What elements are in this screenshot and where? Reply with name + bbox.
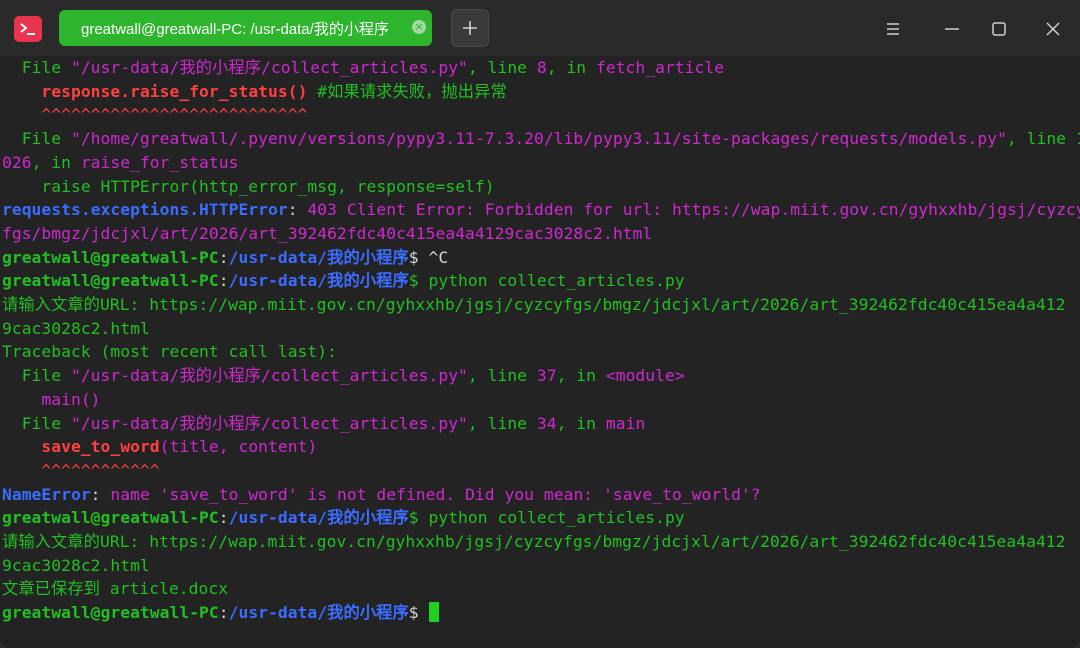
output-line: ^^^^^^^^^^^^ bbox=[2, 460, 160, 480]
output-line: raise HTTPError(http_error_msg, response… bbox=[2, 176, 495, 196]
output-line: main() bbox=[2, 389, 101, 409]
output-line: requests.exceptions.HTTPError: 403 Clien… bbox=[2, 200, 1080, 220]
output-line: fgs/bmgz/jdcjxl/art/2026/art_392462fdc40… bbox=[2, 223, 653, 243]
menu-icon[interactable] bbox=[882, 18, 904, 40]
output-line: 026, in raise_for_status bbox=[2, 152, 239, 172]
output-line: File "/usr-data/我的小程序/collect_articles.p… bbox=[2, 366, 685, 386]
output-line: File "/usr-data/我的小程序/collect_articles.p… bbox=[2, 58, 725, 77]
output-line: 9cac3028c2.html bbox=[2, 318, 150, 338]
title-bar: greatwall@greatwall-PC: /usr-data/我的小程序 … bbox=[0, 0, 1080, 56]
output-line: save_to_word(title, content) bbox=[41, 437, 318, 457]
output-line: Traceback (most recent call last): bbox=[2, 342, 337, 362]
prompt-line: greatwall@greatwall-PC:/usr-data/我的小程序$ … bbox=[2, 271, 685, 291]
output-line: 文章已保存到 article.docx bbox=[2, 579, 229, 599]
maximize-icon[interactable] bbox=[988, 18, 1010, 40]
text-cursor bbox=[428, 602, 439, 623]
output-line: 9cac3028c2.html bbox=[2, 555, 150, 575]
terminal-window: greatwall@greatwall-PC: /usr-data/我的小程序 … bbox=[0, 0, 1080, 648]
tab-title: greatwall@greatwall-PC: /usr-data/我的小程序 bbox=[81, 20, 389, 38]
output-line: 请输入文章的URL: https://wap.miit.gov.cn/gyhxx… bbox=[2, 295, 1066, 314]
output-line: File "/usr-data/我的小程序/collect_articles.p… bbox=[2, 413, 646, 433]
output-line: response.raise_for_status() #如果请求失败，抛出异常 bbox=[41, 81, 507, 101]
output-line: ^^^^^^^^^^^^^^^^^^^^^^^^^^^ bbox=[2, 105, 308, 125]
terminal-output[interactable]: File "/usr-data/我的小程序/collect_articles.p… bbox=[0, 56, 1080, 648]
tab-terminal-session[interactable]: greatwall@greatwall-PC: /usr-data/我的小程序 … bbox=[59, 10, 432, 46]
close-icon[interactable] bbox=[1042, 18, 1064, 40]
output-line: 请输入文章的URL: https://wap.miit.gov.cn/gyhxx… bbox=[2, 532, 1066, 551]
prompt-line: greatwall@greatwall-PC:/usr-data/我的小程序$ … bbox=[2, 508, 685, 528]
prompt-line[interactable]: greatwall@greatwall-PC:/usr-data/我的小程序$ bbox=[2, 601, 439, 625]
minimize-icon[interactable] bbox=[941, 18, 963, 40]
prompt-line: greatwall@greatwall-PC:/usr-data/我的小程序$ … bbox=[2, 247, 449, 267]
output-line: NameError: name 'save_to_word' is not de… bbox=[2, 484, 761, 504]
plus-icon bbox=[463, 21, 477, 35]
tab-close-icon[interactable]: × bbox=[412, 20, 426, 34]
new-tab-button[interactable] bbox=[451, 9, 489, 47]
terminal-app-icon bbox=[14, 16, 42, 42]
output-line: File "/home/greatwall/.pyenv/versions/py… bbox=[2, 129, 1080, 149]
